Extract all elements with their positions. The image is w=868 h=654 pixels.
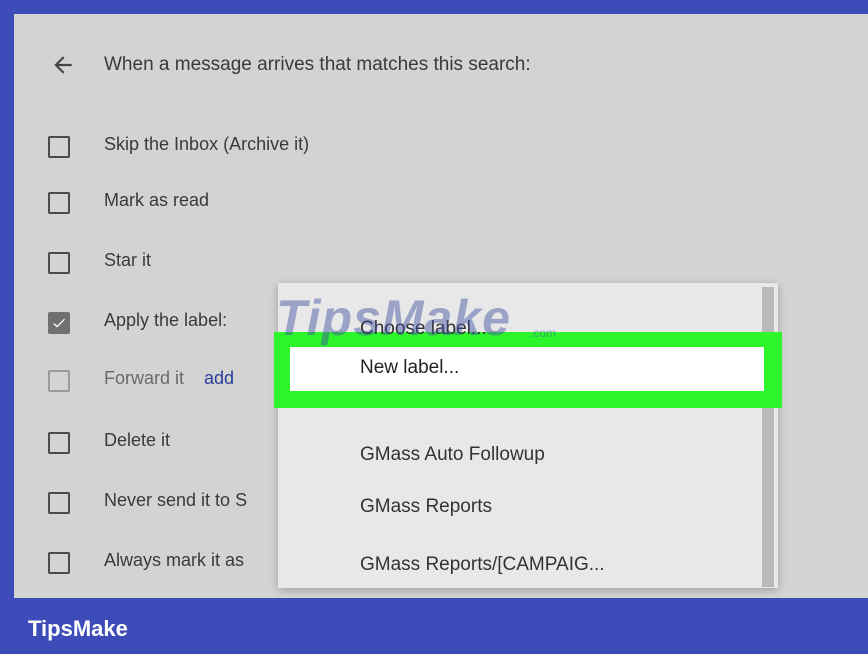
add-forwarding-link[interactable]: add <box>204 368 234 388</box>
watermark-logo: TipsMake <box>276 290 511 346</box>
never-spam-checkbox[interactable] <box>48 492 70 514</box>
dropdown-item-gmass-reports[interactable]: GMass Reports <box>360 494 492 520</box>
forward-it-checkbox[interactable] <box>48 370 70 392</box>
apply-label-checkbox[interactable] <box>48 312 70 334</box>
forward-it-label: Forward it add <box>104 366 234 390</box>
always-mark-label: Always mark it as <box>104 550 245 570</box>
brand-name: TipsMake <box>28 616 128 641</box>
star-it-checkbox[interactable] <box>48 252 70 274</box>
brand-footer <box>0 598 868 654</box>
mark-read-label: Mark as read <box>104 190 210 210</box>
dropdown-item-gmass-reports-campaign[interactable]: GMass Reports/[CAMPAIG... <box>360 552 605 578</box>
apply-label-label: Apply the label: <box>104 310 228 330</box>
watermark-suffix: .com <box>530 326 557 340</box>
delete-it-label: Delete it <box>104 430 171 450</box>
star-it-label: Star it <box>104 250 152 270</box>
dropdown-item-gmass-auto-followup[interactable]: GMass Auto Followup <box>360 442 545 468</box>
delete-it-checkbox[interactable] <box>48 432 70 454</box>
checkmark-icon <box>53 318 65 328</box>
skip-inbox-label: Skip the Inbox (Archive it) <box>104 134 310 154</box>
always-mark-checkbox[interactable] <box>48 552 70 574</box>
filter-header: When a message arrives that matches this… <box>104 54 531 75</box>
never-spam-label: Never send it to S <box>104 490 248 510</box>
back-arrow-icon[interactable] <box>50 52 76 78</box>
mark-read-checkbox[interactable] <box>48 192 70 214</box>
dropdown-item-new-label[interactable]: New label... <box>360 355 459 381</box>
forward-it-text: Forward it <box>104 368 185 388</box>
skip-inbox-checkbox[interactable] <box>48 136 70 158</box>
